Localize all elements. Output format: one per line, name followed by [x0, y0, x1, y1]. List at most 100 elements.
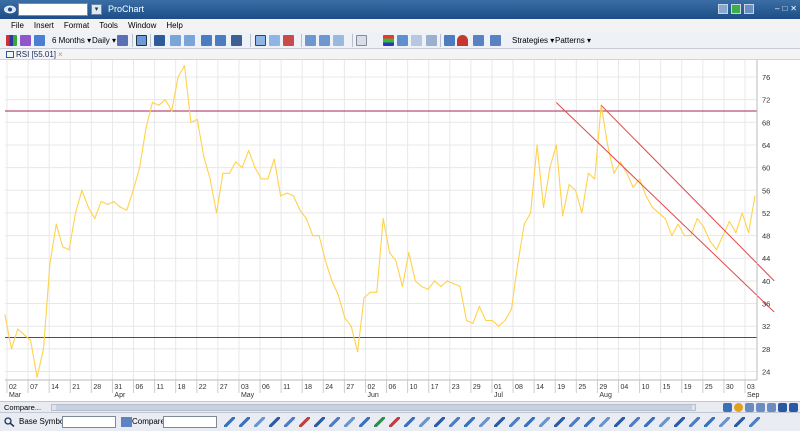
menu-file[interactable]: File — [6, 21, 29, 30]
magnify-plus-icon[interactable] — [767, 403, 776, 412]
arc-icon[interactable] — [329, 417, 340, 427]
symbol-dropdown-button[interactable]: ▾ — [91, 4, 102, 15]
bar-chart-icon[interactable] — [6, 35, 17, 46]
menu-tools[interactable]: Tools — [94, 21, 123, 30]
minimize-button[interactable]: – — [775, 4, 779, 13]
measure-icon[interactable] — [629, 417, 640, 427]
zoom-in-icon[interactable] — [170, 35, 181, 46]
camera-icon[interactable] — [719, 417, 730, 427]
channel-tool-icon[interactable] — [305, 35, 316, 46]
maximize-button[interactable]: □ — [782, 4, 787, 13]
vertical-line-icon[interactable] — [269, 417, 280, 427]
ray-icon[interactable] — [239, 417, 250, 427]
highlighter-icon[interactable] — [659, 417, 670, 427]
quadrant-icon[interactable] — [689, 417, 700, 427]
time-zone-icon[interactable] — [569, 417, 580, 427]
cycle-icon[interactable] — [419, 417, 430, 427]
gann-icon[interactable] — [404, 417, 415, 427]
menu-bar: File Insert Format Tools Window Help — [0, 19, 800, 32]
andrews-icon[interactable] — [674, 417, 685, 427]
rsi-study-tab[interactable]: RSI [55.01] × — [6, 50, 63, 59]
pencil-icon[interactable] — [397, 35, 408, 46]
arc-tool-icon[interactable] — [319, 35, 330, 46]
extension-icon[interactable] — [554, 417, 565, 427]
chart-style-icon[interactable] — [117, 35, 128, 46]
fan-icon[interactable] — [359, 417, 370, 427]
x-tick-label: 03 — [241, 384, 249, 391]
window-layout-icon[interactable] — [154, 35, 165, 46]
tirone-icon[interactable] — [704, 417, 715, 427]
menu-help[interactable]: Help — [161, 21, 187, 30]
polyline-icon[interactable] — [614, 417, 625, 427]
menu-format[interactable]: Format — [59, 21, 94, 30]
y-tick-label: 40 — [762, 277, 770, 286]
rsi-chart[interactable]: 24 28 32 36 40 44 48 52 56 60 64 68 72 76 02 07 14 21 28 3… — [0, 60, 800, 401]
fibonacci-icon[interactable] — [389, 417, 400, 427]
arrow-icon[interactable] — [494, 417, 505, 427]
magnet-icon[interactable] — [457, 35, 468, 46]
tile-icon[interactable] — [201, 35, 212, 46]
compare-icon[interactable] — [121, 417, 132, 427]
price-label-icon[interactable] — [524, 417, 535, 427]
channel-icon[interactable] — [314, 417, 325, 427]
scrollbar-thumb[interactable] — [56, 405, 692, 410]
grid-icon[interactable] — [744, 4, 754, 14]
menu-window[interactable]: Window — [123, 21, 161, 30]
properties-icon[interactable] — [426, 35, 437, 46]
retracement-icon[interactable] — [539, 417, 550, 427]
scroll-end-icon[interactable] — [789, 403, 798, 412]
triangle-icon[interactable] — [599, 417, 610, 427]
crosshair-icon[interactable] — [136, 35, 147, 46]
scanner-icon[interactable] — [490, 35, 501, 46]
note-icon[interactable] — [509, 417, 520, 427]
patterns-dropdown[interactable]: Patterns ▾ — [553, 34, 593, 47]
text-tool-icon[interactable] — [356, 35, 367, 46]
table-icon[interactable] — [231, 35, 242, 46]
delete-icon[interactable] — [749, 417, 760, 427]
text-icon[interactable] — [479, 417, 490, 427]
fib-tool-icon[interactable] — [283, 35, 294, 46]
color-icon[interactable] — [383, 35, 394, 46]
compare-icon[interactable] — [34, 35, 45, 46]
close-study-icon[interactable]: × — [58, 50, 63, 59]
period-dropdown[interactable]: 6 Months ▾ — [50, 34, 93, 47]
search-icon[interactable] — [4, 417, 15, 427]
speed-line-icon[interactable] — [434, 417, 445, 427]
rectangle-icon[interactable] — [284, 417, 295, 427]
layout-icon[interactable] — [718, 4, 728, 14]
line-tool-icon[interactable] — [255, 35, 266, 46]
trend-tool-icon[interactable] — [269, 35, 280, 46]
rsi-data-point — [337, 294, 339, 296]
close-button[interactable]: ✕ — [790, 4, 797, 13]
menu-insert[interactable]: Insert — [29, 21, 59, 30]
zoom-out-icon[interactable] — [184, 35, 195, 46]
cascade-icon[interactable] — [215, 35, 226, 46]
fit-icon[interactable] — [778, 403, 787, 412]
cycle-tool-icon[interactable] — [333, 35, 344, 46]
horizontal-line-icon[interactable] — [254, 417, 265, 427]
compare-input[interactable] — [163, 416, 217, 428]
green-status-icon[interactable] — [731, 4, 741, 14]
interval-dropdown[interactable]: Daily ▾ — [90, 34, 118, 47]
symbol-input[interactable] — [18, 3, 88, 16]
zoom-icon[interactable] — [745, 403, 754, 412]
magnify-minus-icon[interactable] — [756, 403, 765, 412]
wave-icon[interactable] — [344, 417, 355, 427]
trendline-icon[interactable] — [224, 417, 235, 427]
scan-icon[interactable] — [444, 35, 455, 46]
base-symbol-input[interactable] — [62, 416, 116, 428]
lock-icon[interactable] — [734, 417, 745, 427]
regression-icon[interactable] — [449, 417, 460, 427]
raff-icon[interactable] — [464, 417, 475, 427]
ellipse-icon[interactable] — [299, 417, 310, 427]
scroll-right-icon[interactable] — [723, 403, 732, 412]
pitchfork-icon[interactable] — [374, 417, 385, 427]
strategies-dropdown[interactable]: Strategies ▾ — [510, 34, 556, 47]
compare-menu-button[interactable]: Compare... — [4, 403, 41, 412]
alert-icon[interactable] — [473, 35, 484, 46]
square-icon[interactable] — [584, 417, 595, 427]
eraser-icon[interactable] — [411, 35, 422, 46]
indicator-icon[interactable] — [20, 35, 31, 46]
settings-icon[interactable] — [734, 403, 743, 412]
brush-icon[interactable] — [644, 417, 655, 427]
